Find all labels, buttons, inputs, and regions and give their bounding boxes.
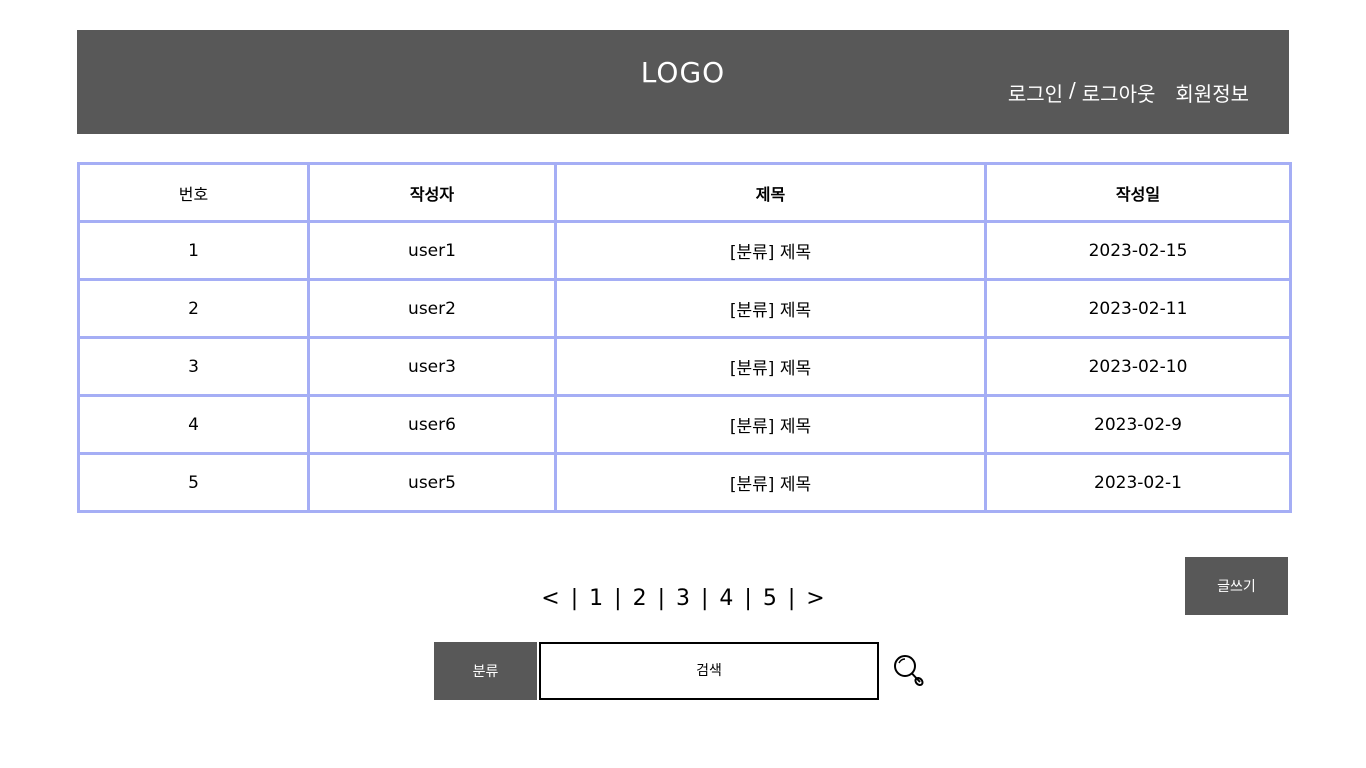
cell-author: user3 — [307, 336, 557, 397]
cell-title[interactable]: [분류] 제목 — [554, 394, 987, 455]
cell-author: user2 — [307, 278, 557, 339]
cell-title[interactable]: [분류] 제목 — [554, 278, 987, 339]
cell-author: user5 — [307, 452, 557, 513]
page-separator: | — [787, 586, 796, 611]
page-link-1[interactable]: 1 — [588, 586, 604, 611]
table-row[interactable]: 3 user3 [분류] 제목 2023-02-10 — [77, 336, 1292, 397]
prev-page-button[interactable]: < — [540, 586, 560, 611]
table-row[interactable]: 5 user5 [분류] 제목 2023-02-1 — [77, 452, 1292, 513]
login-link[interactable]: 로그인 — [1008, 78, 1063, 107]
search-input[interactable]: 검색 — [539, 642, 879, 700]
cell-number: 3 — [77, 336, 310, 397]
cell-date: 2023-02-1 — [984, 452, 1292, 513]
page: LOGO 로그인 / 로그아웃 회원정보 번호 작성자 제목 작성일 1 use… — [0, 0, 1366, 768]
cell-title[interactable]: [분류] 제목 — [554, 452, 987, 513]
table-row[interactable]: 4 user6 [분류] 제목 2023-02-9 — [77, 394, 1292, 455]
page-separator: | — [701, 586, 709, 611]
post-table: 번호 작성자 제목 작성일 1 user1 [분류] 제목 2023-02-15… — [77, 162, 1292, 513]
pagination: < | 1 | 2 | 3 | 4 | 5 | > — [0, 586, 1366, 611]
nav-gap — [1161, 78, 1169, 107]
table-header-row: 번호 작성자 제목 작성일 — [77, 162, 1292, 223]
logout-link[interactable]: 로그아웃 — [1082, 78, 1156, 107]
column-header-date: 작성일 — [984, 162, 1292, 223]
column-header-author: 작성자 — [307, 162, 557, 223]
header-nav: 로그인 / 로그아웃 회원정보 — [1008, 78, 1249, 107]
cell-title[interactable]: [분류] 제목 — [554, 336, 987, 397]
category-select[interactable]: 분류 — [434, 642, 537, 700]
cell-date: 2023-02-10 — [984, 336, 1292, 397]
search-icon[interactable] — [893, 654, 925, 688]
column-header-number: 번호 — [77, 162, 310, 223]
page-link-3[interactable]: 3 — [675, 586, 691, 611]
cell-date: 2023-02-9 — [984, 394, 1292, 455]
cell-date: 2023-02-11 — [984, 278, 1292, 339]
page-separator: | — [614, 586, 622, 611]
page-separator: | — [570, 586, 579, 611]
cell-date: 2023-02-15 — [984, 220, 1292, 281]
cell-number: 4 — [77, 394, 310, 455]
cell-author: user1 — [307, 220, 557, 281]
cell-author: user6 — [307, 394, 557, 455]
cell-title[interactable]: [분류] 제목 — [554, 220, 987, 281]
column-header-title: 제목 — [554, 162, 987, 223]
nav-separator: / — [1069, 78, 1076, 102]
cell-number: 5 — [77, 452, 310, 513]
next-page-button[interactable]: > — [805, 586, 825, 611]
page-link-4[interactable]: 4 — [718, 586, 734, 611]
table-row[interactable]: 1 user1 [분류] 제목 2023-02-15 — [77, 220, 1292, 281]
table-row[interactable]: 2 user2 [분류] 제목 2023-02-11 — [77, 278, 1292, 339]
page-link-5[interactable]: 5 — [762, 586, 778, 611]
cell-number: 1 — [77, 220, 310, 281]
page-link-2[interactable]: 2 — [632, 586, 648, 611]
cell-number: 2 — [77, 278, 310, 339]
member-info-link[interactable]: 회원정보 — [1175, 78, 1249, 107]
page-separator: | — [744, 586, 752, 611]
header: LOGO 로그인 / 로그아웃 회원정보 — [77, 30, 1289, 134]
page-separator: | — [657, 586, 665, 611]
